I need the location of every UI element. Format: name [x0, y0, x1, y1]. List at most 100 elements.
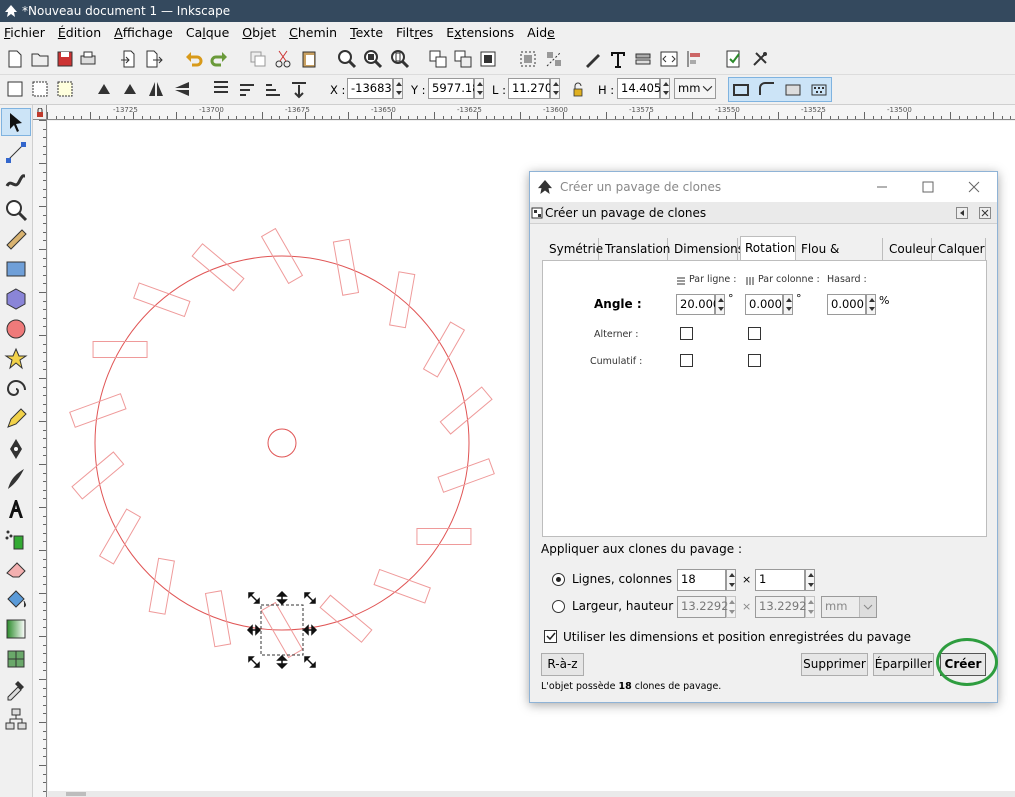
- select-all-layers-icon[interactable]: [30, 79, 50, 99]
- lower-icon[interactable]: [263, 79, 283, 99]
- move-patterns-icon[interactable]: [809, 80, 829, 100]
- select-all-icon[interactable]: [5, 79, 25, 99]
- zoom-tool-icon[interactable]: [4, 198, 28, 222]
- angle-random-input[interactable]: 0.000: [827, 294, 866, 315]
- columns-spinner[interactable]: [805, 569, 815, 591]
- transform-handle[interactable]: [248, 656, 260, 668]
- ellipse-tool-icon[interactable]: [4, 317, 28, 341]
- text-font-icon[interactable]: [608, 49, 628, 69]
- width-input[interactable]: 13.2292: [677, 596, 729, 618]
- export-icon[interactable]: [144, 49, 164, 69]
- cut-icon[interactable]: [273, 49, 293, 69]
- layers-icon[interactable]: [633, 49, 653, 69]
- y-input[interactable]: 5977.18: [428, 78, 480, 99]
- transform-handle[interactable]: [248, 592, 260, 604]
- menu-item-8[interactable]: Extensions: [446, 25, 514, 40]
- menu-item-4[interactable]: Objet: [242, 25, 276, 40]
- rows-input[interactable]: 18: [677, 569, 726, 591]
- document-properties-icon[interactable]: [724, 49, 744, 69]
- transform-handle[interactable]: [276, 590, 288, 606]
- iconify-dialog-icon[interactable]: [956, 207, 968, 219]
- paint-bucket-tool-icon[interactable]: [4, 587, 28, 611]
- import-icon[interactable]: [119, 49, 139, 69]
- undo-icon[interactable]: [184, 49, 204, 69]
- align-distribute-icon[interactable]: [685, 49, 705, 69]
- zoom-drawing-icon[interactable]: [363, 49, 383, 69]
- transform-handle[interactable]: [276, 654, 288, 670]
- width-height-radio[interactable]: [552, 600, 565, 613]
- pencil-tool-icon[interactable]: [4, 407, 28, 431]
- rotate-ccw-icon[interactable]: [94, 79, 114, 99]
- alternate-per-row-checkbox[interactable]: [680, 327, 693, 340]
- connector-tool-icon[interactable]: [4, 707, 28, 731]
- close-icon[interactable]: [968, 181, 980, 193]
- height-input[interactable]: 14.405: [617, 78, 661, 99]
- text-tool-icon[interactable]: [4, 497, 28, 521]
- height-spinner[interactable]: [805, 596, 815, 618]
- spray-tool-icon[interactable]: [4, 527, 28, 551]
- star-tool-icon[interactable]: [4, 347, 28, 371]
- angle-per-row-spinner[interactable]: [715, 294, 725, 315]
- rows-columns-radio[interactable]: [552, 573, 565, 586]
- xml-editor-icon[interactable]: [659, 49, 679, 69]
- spiral-tool-icon[interactable]: [4, 377, 28, 401]
- height-input[interactable]: 13.2292: [755, 596, 807, 618]
- scrollbar-thumb[interactable]: [66, 792, 86, 796]
- reset-button[interactable]: R-à-z: [541, 653, 584, 676]
- unlink-clone-icon[interactable]: [453, 49, 473, 69]
- transform-handle[interactable]: [302, 624, 318, 636]
- cumulative-per-column-checkbox[interactable]: [748, 354, 761, 367]
- menu-item-5[interactable]: Chemin: [289, 25, 337, 40]
- move-gradients-icon[interactable]: [783, 80, 803, 100]
- dropper-tool-icon[interactable]: [4, 677, 28, 701]
- lock-guides-icon[interactable]: [36, 108, 44, 117]
- rows-spinner[interactable]: [726, 569, 736, 591]
- angle-per-row-input[interactable]: 20.000: [676, 294, 720, 315]
- transform-handle[interactable]: [304, 656, 316, 668]
- flip-horizontal-icon[interactable]: [146, 79, 166, 99]
- angle-per-column-input[interactable]: 0.000: [745, 294, 783, 315]
- tweak-tool-icon[interactable]: [4, 168, 28, 192]
- 3d-box-tool-icon[interactable]: [4, 287, 28, 311]
- size-unit-dropdown-button[interactable]: [859, 597, 876, 617]
- zoom-selection-icon[interactable]: [337, 49, 357, 69]
- selector-tool-icon[interactable]: [4, 110, 28, 134]
- deselect-icon[interactable]: [55, 79, 75, 99]
- open-folder-icon[interactable]: [30, 49, 50, 69]
- transform-handle[interactable]: [304, 592, 316, 604]
- menu-item-6[interactable]: Texte: [350, 25, 383, 40]
- clone-icon[interactable]: [428, 49, 448, 69]
- save-icon[interactable]: [55, 49, 75, 69]
- duplicate-icon[interactable]: [248, 49, 268, 69]
- alternate-per-column-checkbox[interactable]: [748, 327, 761, 340]
- tab-2[interactable]: Dimensions: [670, 238, 744, 260]
- measure-tool-icon[interactable]: [4, 227, 28, 251]
- menu-item-2[interactable]: Affichage: [114, 25, 173, 40]
- lock-ratio-icon[interactable]: [568, 80, 588, 100]
- x-spinner[interactable]: [393, 78, 403, 99]
- maximize-icon[interactable]: [922, 181, 934, 193]
- rectangle-tool-icon[interactable]: [4, 257, 28, 281]
- preferences-icon[interactable]: [750, 49, 770, 69]
- pen-tool-icon[interactable]: [4, 437, 28, 461]
- tab-1[interactable]: Translation: [601, 238, 670, 260]
- tab-5[interactable]: Couleur: [885, 238, 936, 260]
- calligraphy-tool-icon[interactable]: [4, 467, 28, 491]
- delete-button[interactable]: Supprimer: [801, 653, 868, 676]
- select-original-icon[interactable]: [478, 49, 498, 69]
- menu-item-0[interactable]: Fichier: [4, 25, 45, 40]
- redo-icon[interactable]: [209, 49, 229, 69]
- tab-6[interactable]: Calquer: [934, 238, 986, 260]
- ungroup-icon[interactable]: [544, 49, 564, 69]
- raise-icon[interactable]: [237, 79, 257, 99]
- width-spinner[interactable]: [550, 78, 560, 99]
- unit-select[interactable]: mm: [674, 78, 716, 99]
- group-icon[interactable]: [518, 49, 538, 69]
- angle-random-spinner[interactable]: [866, 294, 876, 315]
- lower-to-bottom-icon[interactable]: [289, 79, 309, 99]
- raise-to-top-icon[interactable]: [211, 79, 231, 99]
- horizontal-scrollbar[interactable]: [48, 791, 1015, 797]
- scatter-button[interactable]: Éparpiller: [873, 653, 934, 676]
- tab-0[interactable]: Symétrie: [545, 238, 603, 260]
- eraser-tool-icon[interactable]: [4, 557, 28, 581]
